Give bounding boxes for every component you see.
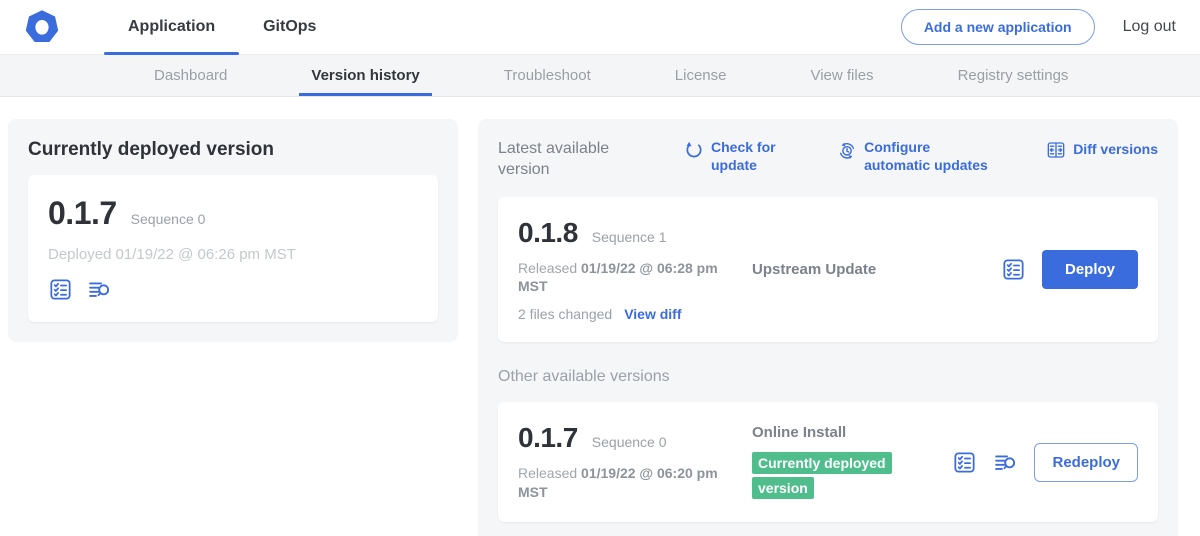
deployed-sequence-label: Sequence 0 [131,211,206,227]
view-diff-link[interactable]: View diff [624,306,681,322]
preflight-checks-icon[interactable] [48,277,73,302]
schedule-update-icon [837,140,857,160]
top-nav: Application GitOps Add a new application… [0,0,1200,55]
other-sequence-label: Sequence 0 [592,434,667,450]
latest-version-number: 0.1.8 [518,217,578,249]
check-for-update-link[interactable]: Check for update [684,139,783,174]
available-versions-panel: Latest available version Check for updat… [478,119,1178,536]
configure-automatic-updates-label: Configure automatic updates [864,139,992,174]
top-tab-gitops[interactable]: GitOps [239,0,340,54]
currently-deployed-panel: Currently deployed version 0.1.7 Sequenc… [8,119,458,342]
other-version-source: Online Install [752,424,936,441]
latest-version-source: Upstream Update [752,261,985,278]
check-for-update-label: Check for update [711,139,783,174]
deploy-button[interactable]: Deploy [1042,250,1138,289]
other-version-number: 0.1.7 [518,422,578,454]
tab-dashboard[interactable]: Dashboard [148,55,233,96]
redeploy-button[interactable]: Redeploy [1034,443,1138,482]
tab-view-files[interactable]: View files [804,55,879,96]
kots-logo-icon [24,9,60,45]
top-tab-application-label: Application [128,18,215,36]
tab-version-history[interactable]: Version history [305,55,425,96]
deploy-logs-icon[interactable] [993,450,1018,475]
top-tab-gitops-label: GitOps [263,18,316,36]
top-tab-application[interactable]: Application [104,0,239,54]
latest-sequence-label: Sequence 1 [592,229,667,245]
refresh-icon [684,140,704,160]
deployed-version-card: 0.1.7 Sequence 0 Deployed 01/19/22 @ 06:… [28,175,438,322]
preflight-checks-icon[interactable] [1001,257,1026,282]
top-nav-right: Add a new application Log out [901,0,1176,54]
tab-troubleshoot[interactable]: Troubleshoot [498,55,597,96]
main-content: Currently deployed version 0.1.7 Sequenc… [0,97,1200,536]
tab-license[interactable]: License [669,55,733,96]
configure-automatic-updates-link[interactable]: Configure automatic updates [837,139,992,174]
currently-deployed-badge: Currently deployed version [752,452,892,499]
diff-icon [1046,140,1066,160]
latest-released-timestamp: Released 01/19/22 @ 06:28 pm MST [518,259,736,297]
logout-link[interactable]: Log out [1123,18,1176,36]
latest-available-title: Latest available version [498,139,648,181]
other-version-card: 0.1.7 Sequence 0 Released 01/19/22 @ 06:… [498,402,1158,522]
diff-versions-link[interactable]: Diff versions [1046,139,1158,160]
currently-deployed-title: Currently deployed version [28,139,438,161]
preflight-checks-icon[interactable] [952,450,977,475]
deployed-timestamp: Deployed 01/19/22 @ 06:26 pm MST [48,246,418,263]
deploy-logs-icon[interactable] [87,277,112,302]
other-released-timestamp: Released 01/19/22 @ 06:20 pm MST [518,464,736,502]
other-versions-title: Other available versions [498,368,1158,386]
tab-registry-settings[interactable]: Registry settings [952,55,1075,96]
latest-version-card: 0.1.8 Sequence 1 Released 01/19/22 @ 06:… [498,197,1158,343]
sub-nav: Dashboard Version history Troubleshoot L… [0,55,1200,97]
deployed-version-number: 0.1.7 [48,195,117,232]
files-changed-label: 2 files changed [518,306,612,322]
add-application-button[interactable]: Add a new application [901,9,1095,45]
diff-versions-label: Diff versions [1073,141,1158,159]
available-versions-header: Latest available version Check for updat… [498,139,1158,181]
